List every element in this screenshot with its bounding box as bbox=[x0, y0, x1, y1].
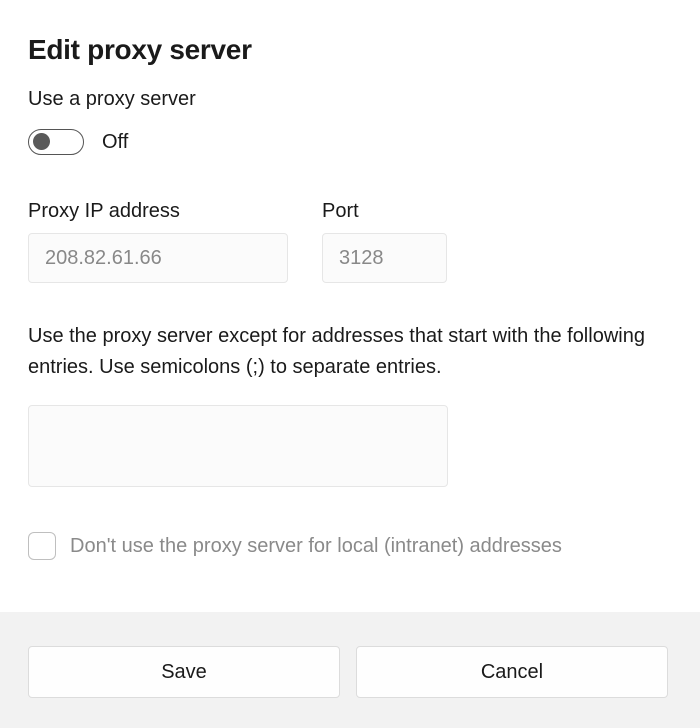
local-checkbox[interactable] bbox=[28, 532, 56, 560]
dialog-title: Edit proxy server bbox=[28, 34, 672, 66]
port-input[interactable] bbox=[322, 233, 447, 283]
port-label: Port bbox=[322, 200, 447, 223]
local-checkbox-label: Don't use the proxy server for local (in… bbox=[70, 535, 562, 558]
ip-input[interactable] bbox=[28, 233, 288, 283]
toggle-knob bbox=[33, 133, 50, 150]
ip-label: Proxy IP address bbox=[28, 200, 288, 223]
exceptions-input[interactable] bbox=[28, 405, 448, 487]
exceptions-description: Use the proxy server except for addresse… bbox=[28, 321, 668, 383]
toggle-state-label: Off bbox=[102, 131, 128, 154]
save-button[interactable]: Save bbox=[28, 646, 340, 698]
dialog-footer: Save Cancel bbox=[0, 612, 700, 728]
proxy-toggle[interactable] bbox=[28, 129, 84, 155]
cancel-button[interactable]: Cancel bbox=[356, 646, 668, 698]
proxy-server-label: Use a proxy server bbox=[28, 88, 672, 111]
